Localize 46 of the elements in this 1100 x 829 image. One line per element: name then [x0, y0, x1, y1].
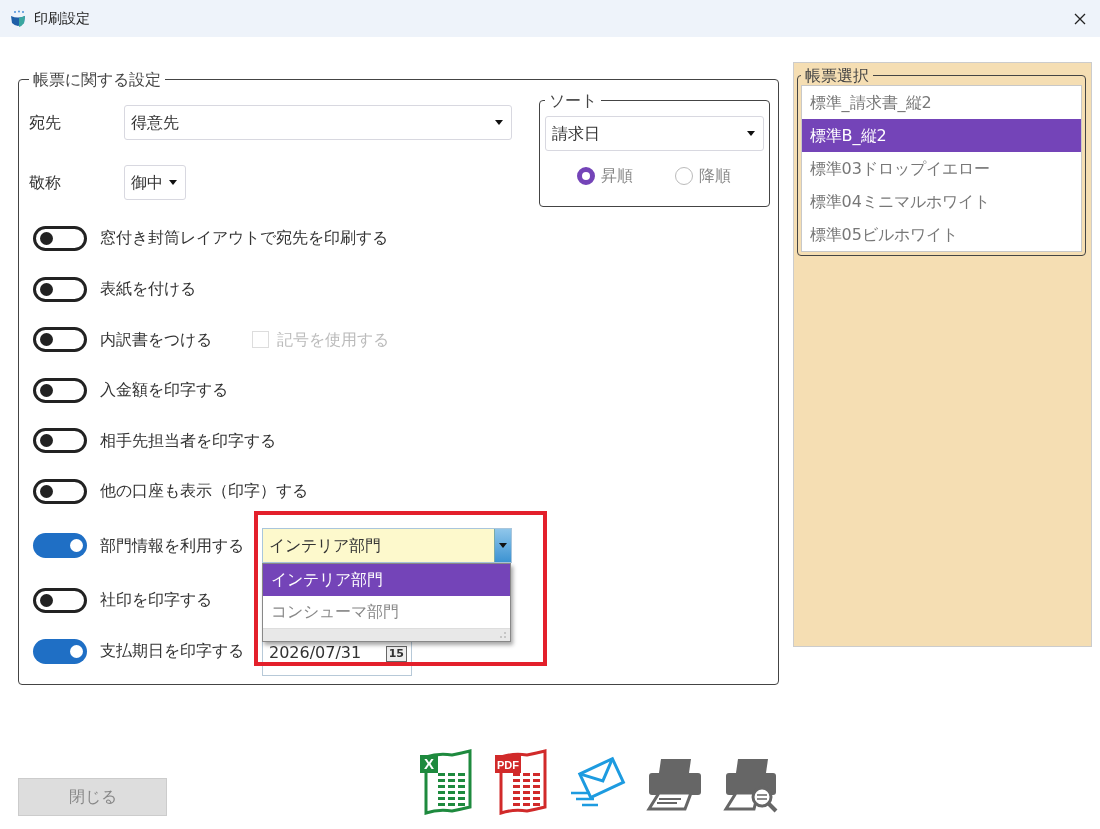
- toggle-label: 入金額を印字する: [100, 379, 228, 402]
- toggle-switch[interactable]: [33, 587, 87, 613]
- toggle-label: 表紙を付ける: [100, 278, 196, 301]
- list-item[interactable]: 標準03ドロップイエロー: [801, 152, 1081, 186]
- list-item[interactable]: 標準B_縦2: [801, 119, 1081, 153]
- dropdown-option[interactable]: コンシューマ部門: [263, 596, 510, 629]
- toggle-label: 支払期日を印字する: [100, 640, 244, 663]
- list-item[interactable]: 標準05ビルホワイト: [801, 218, 1081, 252]
- radio-label: 昇順: [601, 165, 634, 188]
- toggle-label: 部門情報を利用する: [100, 534, 244, 557]
- toggle-switch[interactable]: [33, 377, 87, 403]
- toggle-label: 他の口座も表示（印字）する: [100, 480, 308, 503]
- toggle-switch[interactable]: [33, 638, 87, 664]
- field-label: 宛先: [29, 111, 62, 134]
- app-icon: [10, 9, 26, 28]
- toggle-switch[interactable]: [33, 478, 87, 504]
- department-dropdown[interactable]: インテリア部門: [262, 528, 512, 564]
- toggle-switch[interactable]: [33, 276, 87, 302]
- toggle-label: 相手先担当者を印字する: [100, 429, 276, 452]
- window-title: 印刷設定: [34, 9, 90, 28]
- resize-grip-icon: [499, 631, 507, 640]
- radio-button-checked[interactable]: [577, 167, 596, 186]
- toggle-label: 内訳書をつける: [100, 328, 212, 351]
- caret-icon: [169, 180, 177, 186]
- caret-icon: [495, 120, 504, 126]
- panel-legend: 帳票選択: [800, 66, 873, 86]
- checkbox-label: 記号を使用する: [277, 328, 389, 351]
- caret-icon: [746, 131, 755, 137]
- sort-dropdown[interactable]: 請求日: [545, 116, 764, 152]
- toggle-label: 社印を印字する: [100, 589, 212, 612]
- panel-legend: ソート: [545, 91, 602, 111]
- calendar-icon[interactable]: 15: [385, 646, 407, 663]
- toggle-switch[interactable]: [33, 327, 87, 353]
- dropdown-option[interactable]: インテリア部門: [263, 564, 510, 597]
- toggle-switch[interactable]: [33, 533, 87, 559]
- toggle-switch[interactable]: [33, 226, 87, 251]
- field-label: 敬称: [29, 171, 62, 194]
- list-item[interactable]: 標準04ミニマルホワイト: [801, 185, 1081, 219]
- caret-icon: [499, 543, 507, 549]
- recipient-dropdown[interactable]: 得意先: [124, 105, 513, 141]
- radio-label: 降順: [699, 165, 732, 188]
- list-item[interactable]: 標準_請求書_縦2: [801, 86, 1081, 120]
- panel-legend: 帳票に関する設定: [29, 70, 165, 90]
- toggle-label: 窓付き封筒レイアウトで宛先を印刷する: [100, 227, 388, 250]
- toggle-switch[interactable]: [33, 428, 87, 454]
- honorific-dropdown[interactable]: 御中: [124, 165, 186, 201]
